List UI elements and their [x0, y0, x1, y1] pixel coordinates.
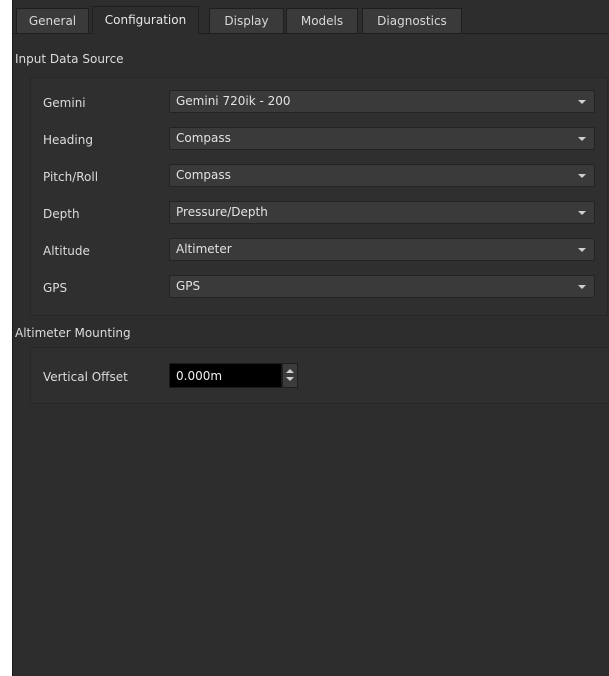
chevron-down-icon — [578, 211, 586, 215]
vertical-offset-input[interactable]: 0.000m — [169, 363, 282, 388]
pitch-roll-select[interactable]: Compass — [169, 164, 595, 187]
pitch-roll-select-value: Compass — [176, 168, 231, 182]
arrow-up-icon[interactable] — [286, 369, 294, 373]
tab-label: Diagnostics — [377, 14, 447, 28]
arrow-down-icon[interactable] — [286, 377, 294, 381]
depth-select[interactable]: Pressure/Depth — [169, 201, 595, 224]
row-label-heading: Heading — [43, 133, 93, 147]
tab-general[interactable]: General — [16, 8, 89, 33]
tab-diagnostics[interactable]: Diagnostics — [362, 8, 462, 33]
gemini-select-value: Gemini 720ik - 200 — [176, 94, 291, 108]
gps-select[interactable]: GPS — [169, 275, 595, 298]
tab-label: Configuration — [104, 13, 187, 27]
tab-label: Models — [300, 14, 344, 28]
altimeter-mounting-group: Vertical Offset 0.000m — [30, 347, 609, 404]
chevron-down-icon — [578, 174, 586, 178]
altitude-select-value: Altimeter — [176, 242, 232, 256]
chevron-down-icon — [578, 248, 586, 252]
depth-select-value: Pressure/Depth — [176, 205, 268, 219]
heading-select-value: Compass — [176, 131, 231, 145]
row-label-gemini: Gemini — [43, 96, 86, 110]
tab-label: General — [28, 14, 77, 28]
altimeter-mounting-title: Altimeter Mounting — [15, 326, 131, 340]
chevron-down-icon — [578, 137, 586, 141]
heading-select[interactable]: Compass — [169, 127, 595, 150]
tab-display[interactable]: Display — [209, 8, 284, 33]
configuration-panel: General Configuration Display Models Dia… — [12, 0, 609, 676]
tab-bar: General Configuration Display Models Dia… — [13, 0, 609, 34]
row-label-depth: Depth — [43, 207, 80, 221]
row-label-pitch-roll: Pitch/Roll — [43, 170, 99, 184]
row-label-altitude: Altitude — [43, 244, 90, 258]
altitude-select[interactable]: Altimeter — [169, 238, 595, 261]
row-label-gps: GPS — [43, 281, 68, 295]
tab-configuration[interactable]: Configuration — [92, 6, 199, 34]
gps-select-value: GPS — [176, 279, 201, 293]
gemini-select[interactable]: Gemini 720ik - 200 — [169, 90, 595, 113]
vertical-offset-stepper[interactable] — [282, 363, 298, 388]
vertical-offset-label: Vertical Offset — [43, 370, 128, 384]
vertical-offset-value: 0.000m — [176, 369, 223, 383]
tab-models[interactable]: Models — [286, 8, 358, 33]
chevron-down-icon — [578, 285, 586, 289]
input-data-source-title: Input Data Source — [15, 52, 124, 66]
input-data-source-group: Gemini Gemini 720ik - 200 Heading Compas… — [30, 77, 608, 316]
tab-label: Display — [224, 14, 269, 28]
chevron-down-icon — [578, 100, 586, 104]
